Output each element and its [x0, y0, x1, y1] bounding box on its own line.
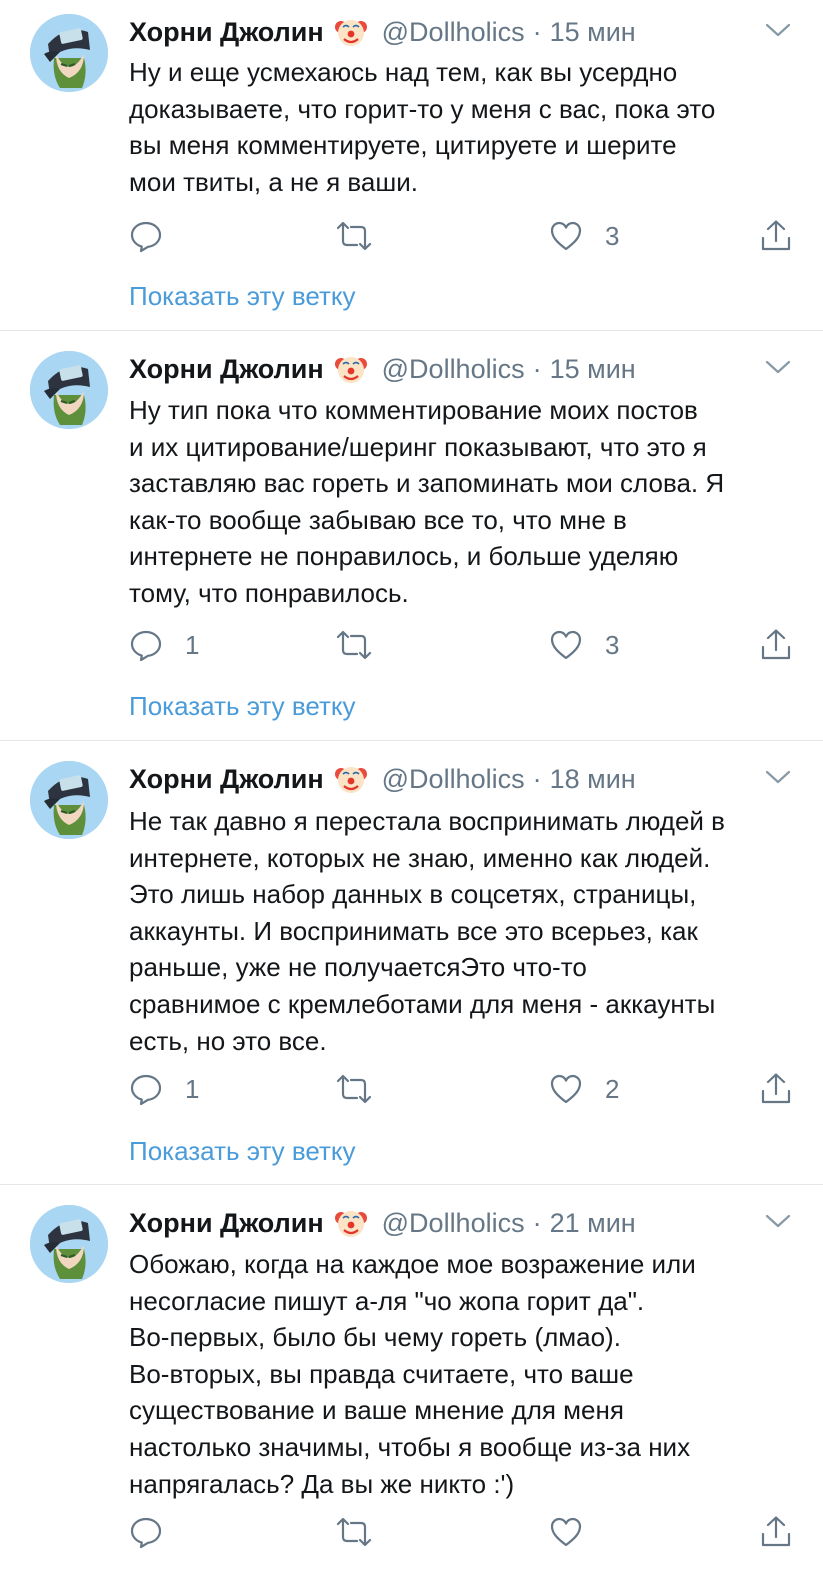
like-button[interactable]: [549, 1512, 605, 1552]
retweet-button[interactable]: [335, 625, 373, 665]
retweet-button[interactable]: [335, 216, 373, 256]
avatar[interactable]: [30, 351, 108, 429]
reply-button[interactable]: [129, 216, 185, 256]
tweet-timestamp[interactable]: 15 мин: [550, 17, 636, 48]
meta-separator: ·: [532, 763, 542, 794]
tweet-timestamp[interactable]: 21 мин: [550, 1208, 636, 1239]
author-name[interactable]: Хорни Джолин: [129, 764, 324, 795]
author-name[interactable]: Хорни Джолин: [129, 17, 324, 48]
tweet-actions: 1 3: [129, 625, 795, 665]
reply-button[interactable]: [129, 1512, 185, 1552]
retweet-icon: [335, 628, 373, 662]
share-icon: [759, 1515, 793, 1549]
tweet-header: Хорни Джолин @Dollholics · 15 мин: [129, 351, 793, 387]
reply-icon: [129, 1072, 163, 1106]
clown-emoji: [334, 15, 368, 49]
author-name[interactable]: Хорни Джолин: [129, 354, 324, 385]
author-handle[interactable]: @Dollholics: [382, 1208, 525, 1239]
clown-emoji: [334, 352, 368, 386]
share-icon: [759, 628, 793, 662]
heart-icon: [549, 1515, 583, 1549]
show-thread-link[interactable]: Показать эту ветку: [129, 1136, 356, 1167]
like-count: 3: [605, 220, 620, 251]
tweet[interactable]: Хорни Джолин @Dollholics · 18 мин Не так…: [0, 741, 823, 1185]
retweet-button[interactable]: [335, 1512, 373, 1552]
like-count: 2: [605, 1073, 620, 1104]
retweet-button[interactable]: [335, 1069, 373, 1109]
heart-icon: [549, 628, 583, 662]
share-button[interactable]: [759, 216, 793, 256]
tweet[interactable]: Хорни Джолин @Dollholics · 15 мин Ну и е…: [0, 0, 823, 331]
retweet-icon: [335, 219, 373, 253]
retweet-icon: [335, 1072, 373, 1106]
chevron-down-icon[interactable]: [763, 355, 793, 379]
heart-icon: [549, 219, 583, 253]
tweet-text: Не так давно я перестала воспринимать лю…: [129, 806, 725, 1056]
tweet-timestamp[interactable]: 18 мин: [550, 764, 636, 795]
share-button[interactable]: [759, 1512, 793, 1552]
tweet-text: Ну тип пока что комментирование моих пос…: [129, 395, 725, 608]
tweet[interactable]: Хорни Джолин @Dollholics · 15 мин Ну тип…: [0, 331, 823, 741]
chevron-down-icon[interactable]: [763, 1209, 793, 1233]
show-thread-link[interactable]: Показать эту ветку: [129, 281, 356, 312]
share-icon: [759, 219, 793, 253]
author-name[interactable]: Хорни Джолин: [129, 1208, 324, 1239]
heart-icon: [549, 1072, 583, 1106]
retweet-icon: [335, 1515, 373, 1549]
tweet-header: Хорни Джолин @Dollholics · 18 мин: [129, 761, 793, 797]
reply-icon: [129, 1515, 163, 1549]
author-handle[interactable]: @Dollholics: [382, 764, 525, 795]
author-handle[interactable]: @Dollholics: [382, 17, 525, 48]
author-handle[interactable]: @Dollholics: [382, 354, 525, 385]
reply-icon: [129, 219, 163, 253]
reply-button[interactable]: 1: [129, 625, 199, 665]
tweet-text: Ну и еще усмехаюсь над тем, как вы усерд…: [129, 57, 716, 197]
reply-button[interactable]: 1: [129, 1069, 199, 1109]
share-icon: [759, 1072, 793, 1106]
tweet[interactable]: Хорни Джолин @Dollholics · 21 мин Обожаю…: [0, 1185, 823, 1570]
reply-count: 1: [185, 629, 200, 660]
tweet-actions: [129, 1512, 795, 1552]
tweet-feed: Хорни Джолин @Dollholics · 15 мин Ну и е…: [0, 0, 823, 1570]
like-button[interactable]: 3: [549, 216, 619, 256]
like-count: 3: [605, 629, 620, 660]
tweet-actions: 3: [129, 216, 795, 256]
clown-emoji: [334, 762, 368, 796]
tweet-header: Хорни Джолин @Dollholics · 21 мин: [129, 1205, 793, 1241]
chevron-down-icon[interactable]: [763, 765, 793, 789]
reply-count: 1: [185, 1073, 200, 1104]
avatar[interactable]: [30, 14, 108, 92]
meta-separator: ·: [532, 1207, 542, 1238]
reply-icon: [129, 628, 163, 662]
clown-emoji: [334, 1206, 368, 1240]
meta-separator: ·: [532, 16, 542, 47]
like-button[interactable]: 3: [549, 625, 619, 665]
tweet-timestamp[interactable]: 15 мин: [550, 354, 636, 385]
chevron-down-icon[interactable]: [763, 18, 793, 42]
tweet-header: Хорни Джолин @Dollholics · 15 мин: [129, 14, 793, 50]
share-button[interactable]: [759, 1069, 793, 1109]
avatar[interactable]: [30, 761, 108, 839]
avatar[interactable]: [30, 1205, 108, 1283]
tweet-actions: 1 2: [129, 1069, 795, 1109]
meta-separator: ·: [532, 353, 542, 384]
tweet-text: Обожаю, когда на каждое мое возражение и…: [129, 1249, 696, 1499]
show-thread-link[interactable]: Показать эту ветку: [129, 691, 356, 722]
share-button[interactable]: [759, 625, 793, 665]
like-button[interactable]: 2: [549, 1069, 619, 1109]
